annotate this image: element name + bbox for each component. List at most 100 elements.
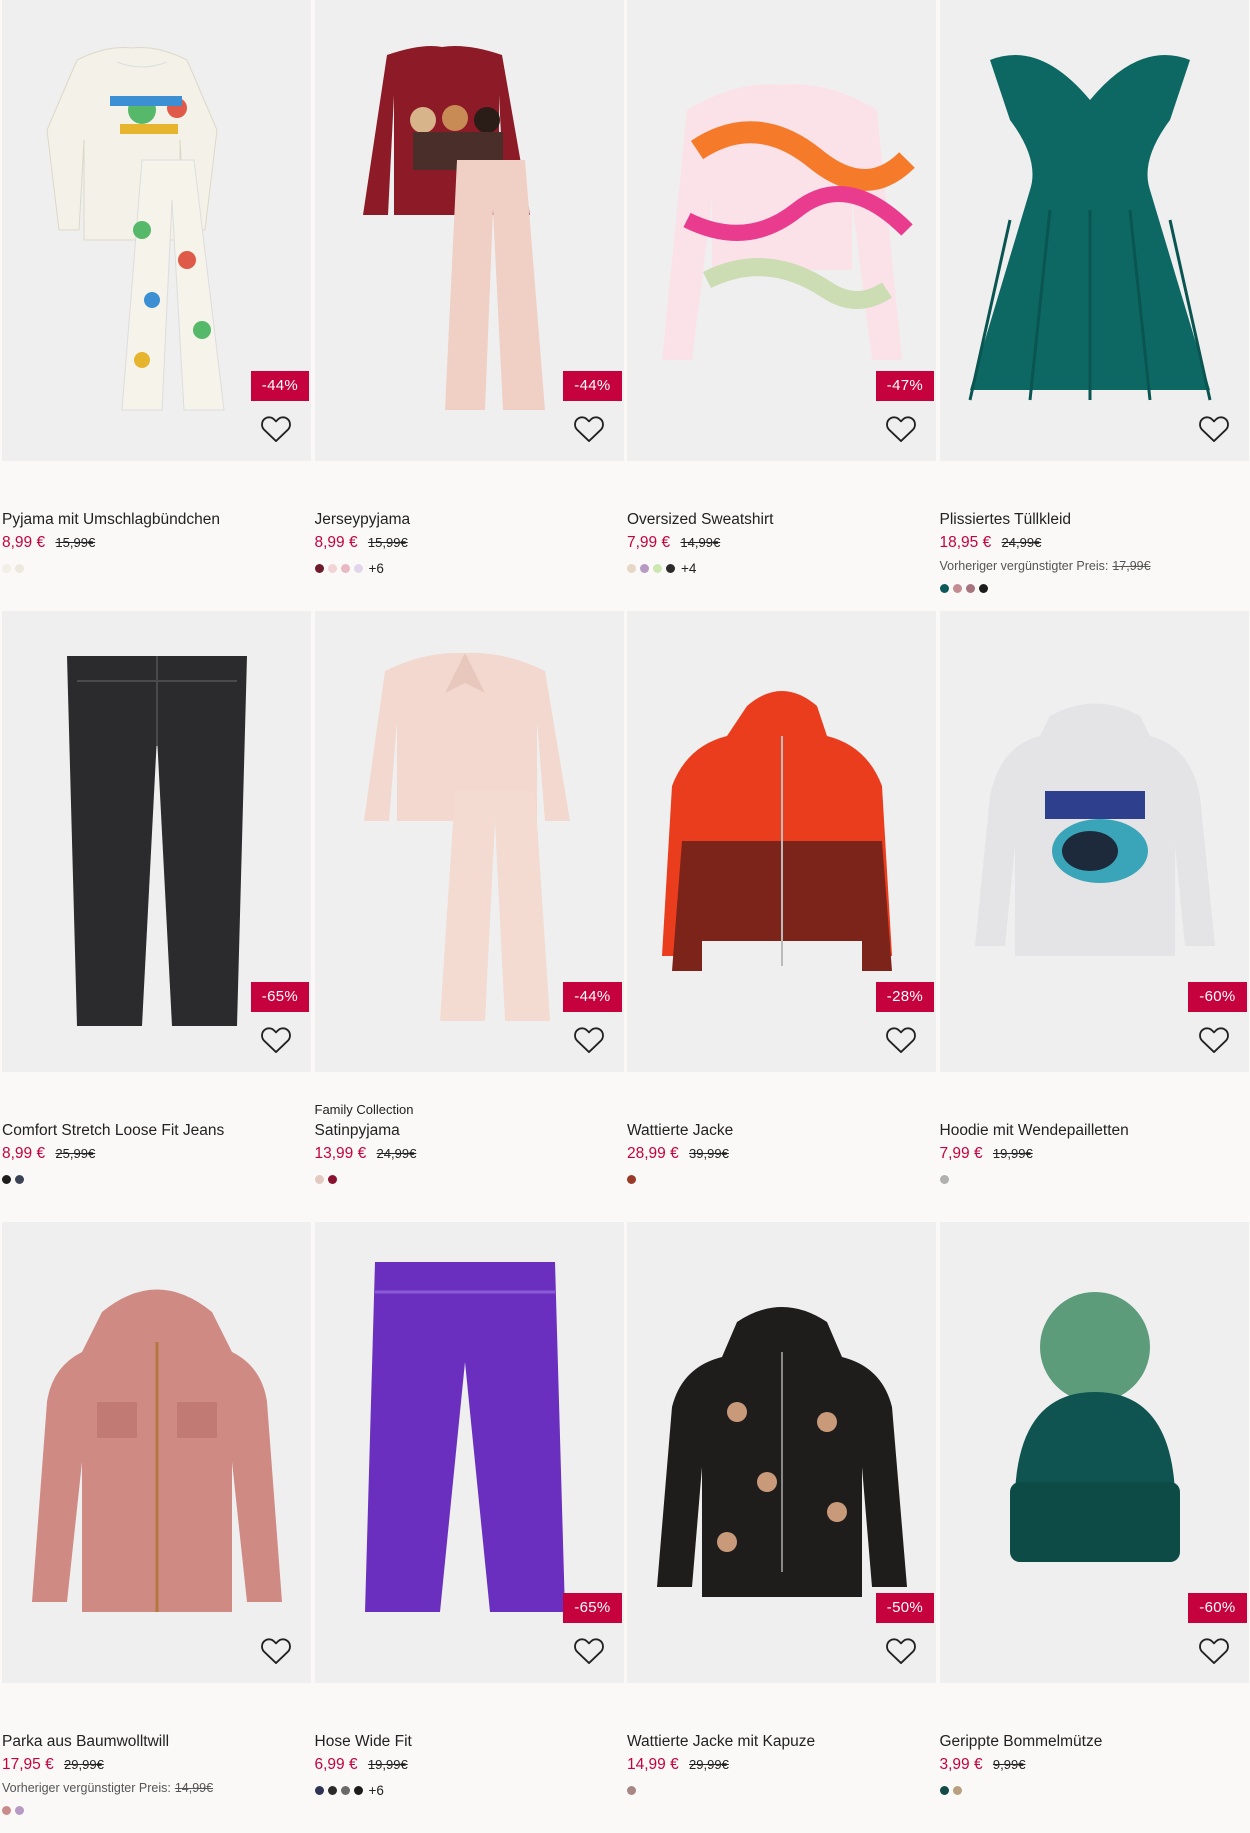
product-card[interactable]: -65% Comfort Stretch Loose Fit Jeans 8,9… [2, 611, 311, 1222]
color-swatches: +6 [314, 1782, 624, 1798]
color-swatch[interactable] [640, 563, 649, 573]
product-card[interactable]: -44% Jerseypyjama 8,99 € 15,99€ +6 [314, 0, 624, 611]
product-card[interactable]: -28% Wattierte Jacke 28,99 € 39,99€ [627, 611, 936, 1222]
product-card[interactable]: -47% Oversized Sweatshirt 7,99 € 14,99€ … [627, 0, 936, 611]
color-swatch[interactable] [653, 563, 662, 573]
color-swatch[interactable] [340, 1785, 350, 1795]
heart-icon[interactable] [572, 1023, 606, 1057]
heart-icon[interactable] [884, 412, 918, 446]
color-swatch[interactable] [939, 1785, 949, 1795]
heart-icon[interactable] [572, 412, 606, 446]
heart-icon[interactable] [1197, 1023, 1231, 1057]
original-price: 39,99€ [689, 1146, 729, 1161]
product-name[interactable]: Plissiertes Tüllkleid [940, 510, 1249, 530]
discount-badge: -60% [1188, 1593, 1247, 1623]
price-row: 18,95 € 24,99€ [940, 533, 1249, 553]
product-name[interactable]: Pyjama mit Umschlagbündchen [2, 510, 311, 530]
product-name[interactable]: Satinpyjama [315, 1121, 624, 1141]
product-photo [940, 0, 1249, 461]
color-swatches [2, 1172, 311, 1186]
product-info: Oversized Sweatshirt 7,99 € 14,99€ +4 [627, 461, 936, 576]
product-card[interactable]: -44% Family Collection Satinpyjama 13,99… [314, 611, 624, 1222]
product-image[interactable]: -50% [627, 1222, 936, 1683]
product-name[interactable]: Oversized Sweatshirt [627, 510, 936, 530]
product-card[interactable]: -60% Gerippte Bommelmütze 3,99 € 9,99€ [939, 1222, 1249, 1833]
product-card[interactable]: Plissiertes Tüllkleid 18,95 € 24,99€ Vor… [939, 0, 1249, 611]
color-swatch[interactable] [15, 1805, 24, 1815]
color-swatch[interactable] [353, 1785, 363, 1795]
color-swatch[interactable] [2, 563, 11, 573]
heart-icon[interactable] [259, 1634, 293, 1668]
color-swatch[interactable] [939, 583, 949, 593]
previous-price-note: Vorheriger vergünstigter Preis: 17,99€ [940, 559, 1249, 573]
color-swatch[interactable] [340, 563, 350, 573]
product-image[interactable] [2, 1222, 311, 1683]
product-card[interactable]: -44% Pyjama mit Umschlagbündchen 8,99 € … [2, 0, 311, 611]
sale-price: 8,99 € [314, 534, 358, 551]
discount-badge: -65% [563, 1593, 622, 1623]
color-swatches: +4 [627, 561, 936, 576]
color-swatch[interactable] [2, 1805, 11, 1815]
product-info: Comfort Stretch Loose Fit Jeans 8,99 € 2… [2, 1072, 311, 1186]
color-swatch[interactable] [2, 1174, 11, 1184]
product-image[interactable]: -44% [314, 0, 624, 461]
discount-badge: -44% [563, 371, 622, 401]
product-name[interactable]: Parka aus Baumwolltwill [2, 1732, 311, 1752]
product-name[interactable]: Jerseypyjama [315, 510, 624, 530]
product-image[interactable] [939, 0, 1249, 461]
product-info: Gerippte Bommelmütze 3,99 € 9,99€ [939, 1683, 1249, 1797]
product-image[interactable]: -65% [2, 611, 311, 1072]
more-colors-count: +6 [368, 1782, 384, 1798]
product-card[interactable]: -50% Wattierte Jacke mit Kapuze 14,99 € … [627, 1222, 936, 1833]
product-card[interactable]: Parka aus Baumwolltwill 17,95 € 29,99€ V… [2, 1222, 311, 1833]
product-image[interactable]: -47% [627, 0, 936, 461]
color-swatch[interactable] [327, 1785, 337, 1795]
heart-icon[interactable] [1197, 1634, 1231, 1668]
product-image[interactable]: -65% [314, 1222, 624, 1683]
discount-badge: -50% [875, 1593, 934, 1623]
product-name[interactable]: Wattierte Jacke mit Kapuze [627, 1732, 936, 1752]
sale-price: 6,99 € [314, 1756, 358, 1773]
color-swatch[interactable] [15, 563, 24, 573]
color-swatch[interactable] [627, 1785, 636, 1795]
product-image[interactable]: -60% [939, 611, 1249, 1072]
original-price: 29,99€ [64, 1757, 104, 1772]
color-swatch[interactable] [939, 1174, 949, 1184]
price-row: 13,99 € 24,99€ [315, 1144, 624, 1164]
color-swatch[interactable] [666, 563, 675, 573]
sale-price: 17,95 € [2, 1756, 54, 1773]
color-swatches [939, 1783, 1249, 1797]
product-name[interactable]: Hose Wide Fit [315, 1732, 624, 1752]
color-swatch[interactable] [952, 583, 962, 593]
color-swatch[interactable] [952, 1785, 962, 1795]
color-swatch[interactable] [314, 563, 324, 573]
color-swatch[interactable] [327, 1174, 337, 1184]
heart-icon[interactable] [884, 1634, 918, 1668]
product-image[interactable]: -44% [2, 0, 311, 461]
color-swatch[interactable] [353, 563, 363, 573]
color-swatch[interactable] [978, 583, 988, 593]
color-swatch[interactable] [314, 1174, 324, 1184]
heart-icon[interactable] [572, 1634, 606, 1668]
color-swatch[interactable] [627, 1174, 636, 1184]
color-swatch[interactable] [314, 1785, 324, 1795]
heart-icon[interactable] [884, 1023, 918, 1057]
product-card[interactable]: -60% Hoodie mit Wendepailletten 7,99 € 1… [939, 611, 1249, 1222]
color-swatch[interactable] [15, 1174, 24, 1184]
original-price: 14,99€ [680, 535, 721, 550]
product-image[interactable]: -44% [314, 611, 624, 1072]
product-name[interactable]: Comfort Stretch Loose Fit Jeans [2, 1121, 311, 1141]
color-swatch[interactable] [327, 563, 337, 573]
sale-price: 8,99 € [2, 1145, 46, 1162]
product-name[interactable]: Hoodie mit Wendepailletten [940, 1121, 1249, 1141]
heart-icon[interactable] [259, 1023, 293, 1057]
product-card[interactable]: -65% Hose Wide Fit 6,99 € 19,99€ +6 [314, 1222, 624, 1833]
product-name[interactable]: Wattierte Jacke [627, 1121, 936, 1141]
product-image[interactable]: -28% [627, 611, 936, 1072]
heart-icon[interactable] [1197, 412, 1231, 446]
color-swatch[interactable] [627, 563, 636, 573]
color-swatch[interactable] [965, 583, 975, 593]
product-image[interactable]: -60% [939, 1222, 1249, 1683]
product-name[interactable]: Gerippte Bommelmütze [940, 1732, 1249, 1752]
heart-icon[interactable] [259, 412, 293, 446]
